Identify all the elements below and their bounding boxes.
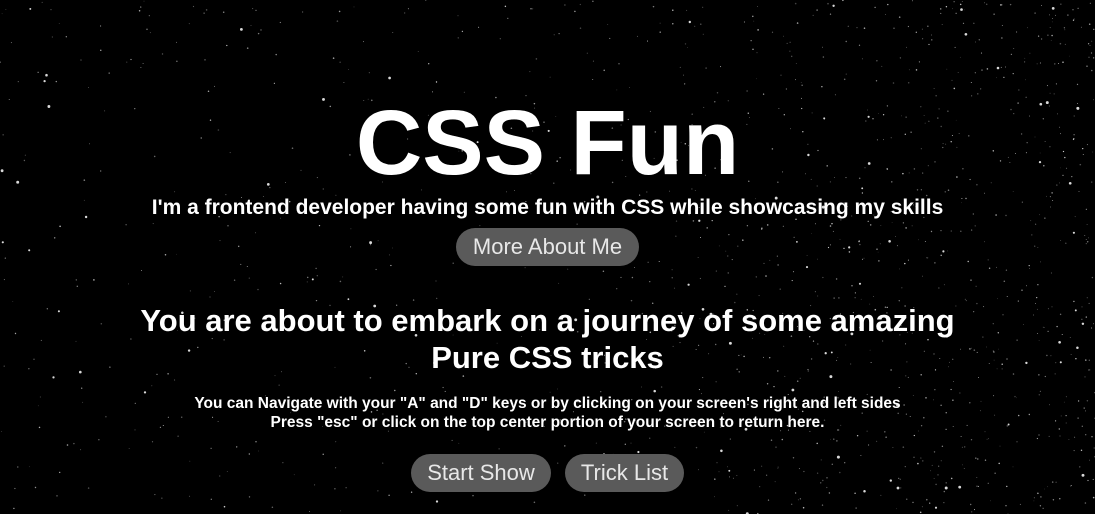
more-about-me-button[interactable]: More About Me (456, 228, 639, 266)
main-content: CSS Fun I'm a frontend developer having … (0, 0, 1095, 514)
page-subtitle: I'm a frontend developer having some fun… (151, 196, 944, 219)
intro-heading: You are about to embark on a journey of … (60, 302, 1035, 376)
intro-heading-line-2: Pure CSS tricks (431, 340, 664, 375)
intro-heading-line-1: You are about to embark on a journey of … (140, 303, 955, 338)
start-show-button[interactable]: Start Show (411, 454, 551, 492)
navigation-instructions: You can Navigate with your "A" and "D" k… (0, 394, 1095, 432)
instruction-line-1: You can Navigate with your "A" and "D" k… (194, 395, 901, 412)
page-title: CSS Fun (355, 92, 740, 194)
instruction-line-2: Press "esc" or click on the top center p… (270, 414, 825, 431)
trick-list-button[interactable]: Trick List (565, 454, 684, 492)
